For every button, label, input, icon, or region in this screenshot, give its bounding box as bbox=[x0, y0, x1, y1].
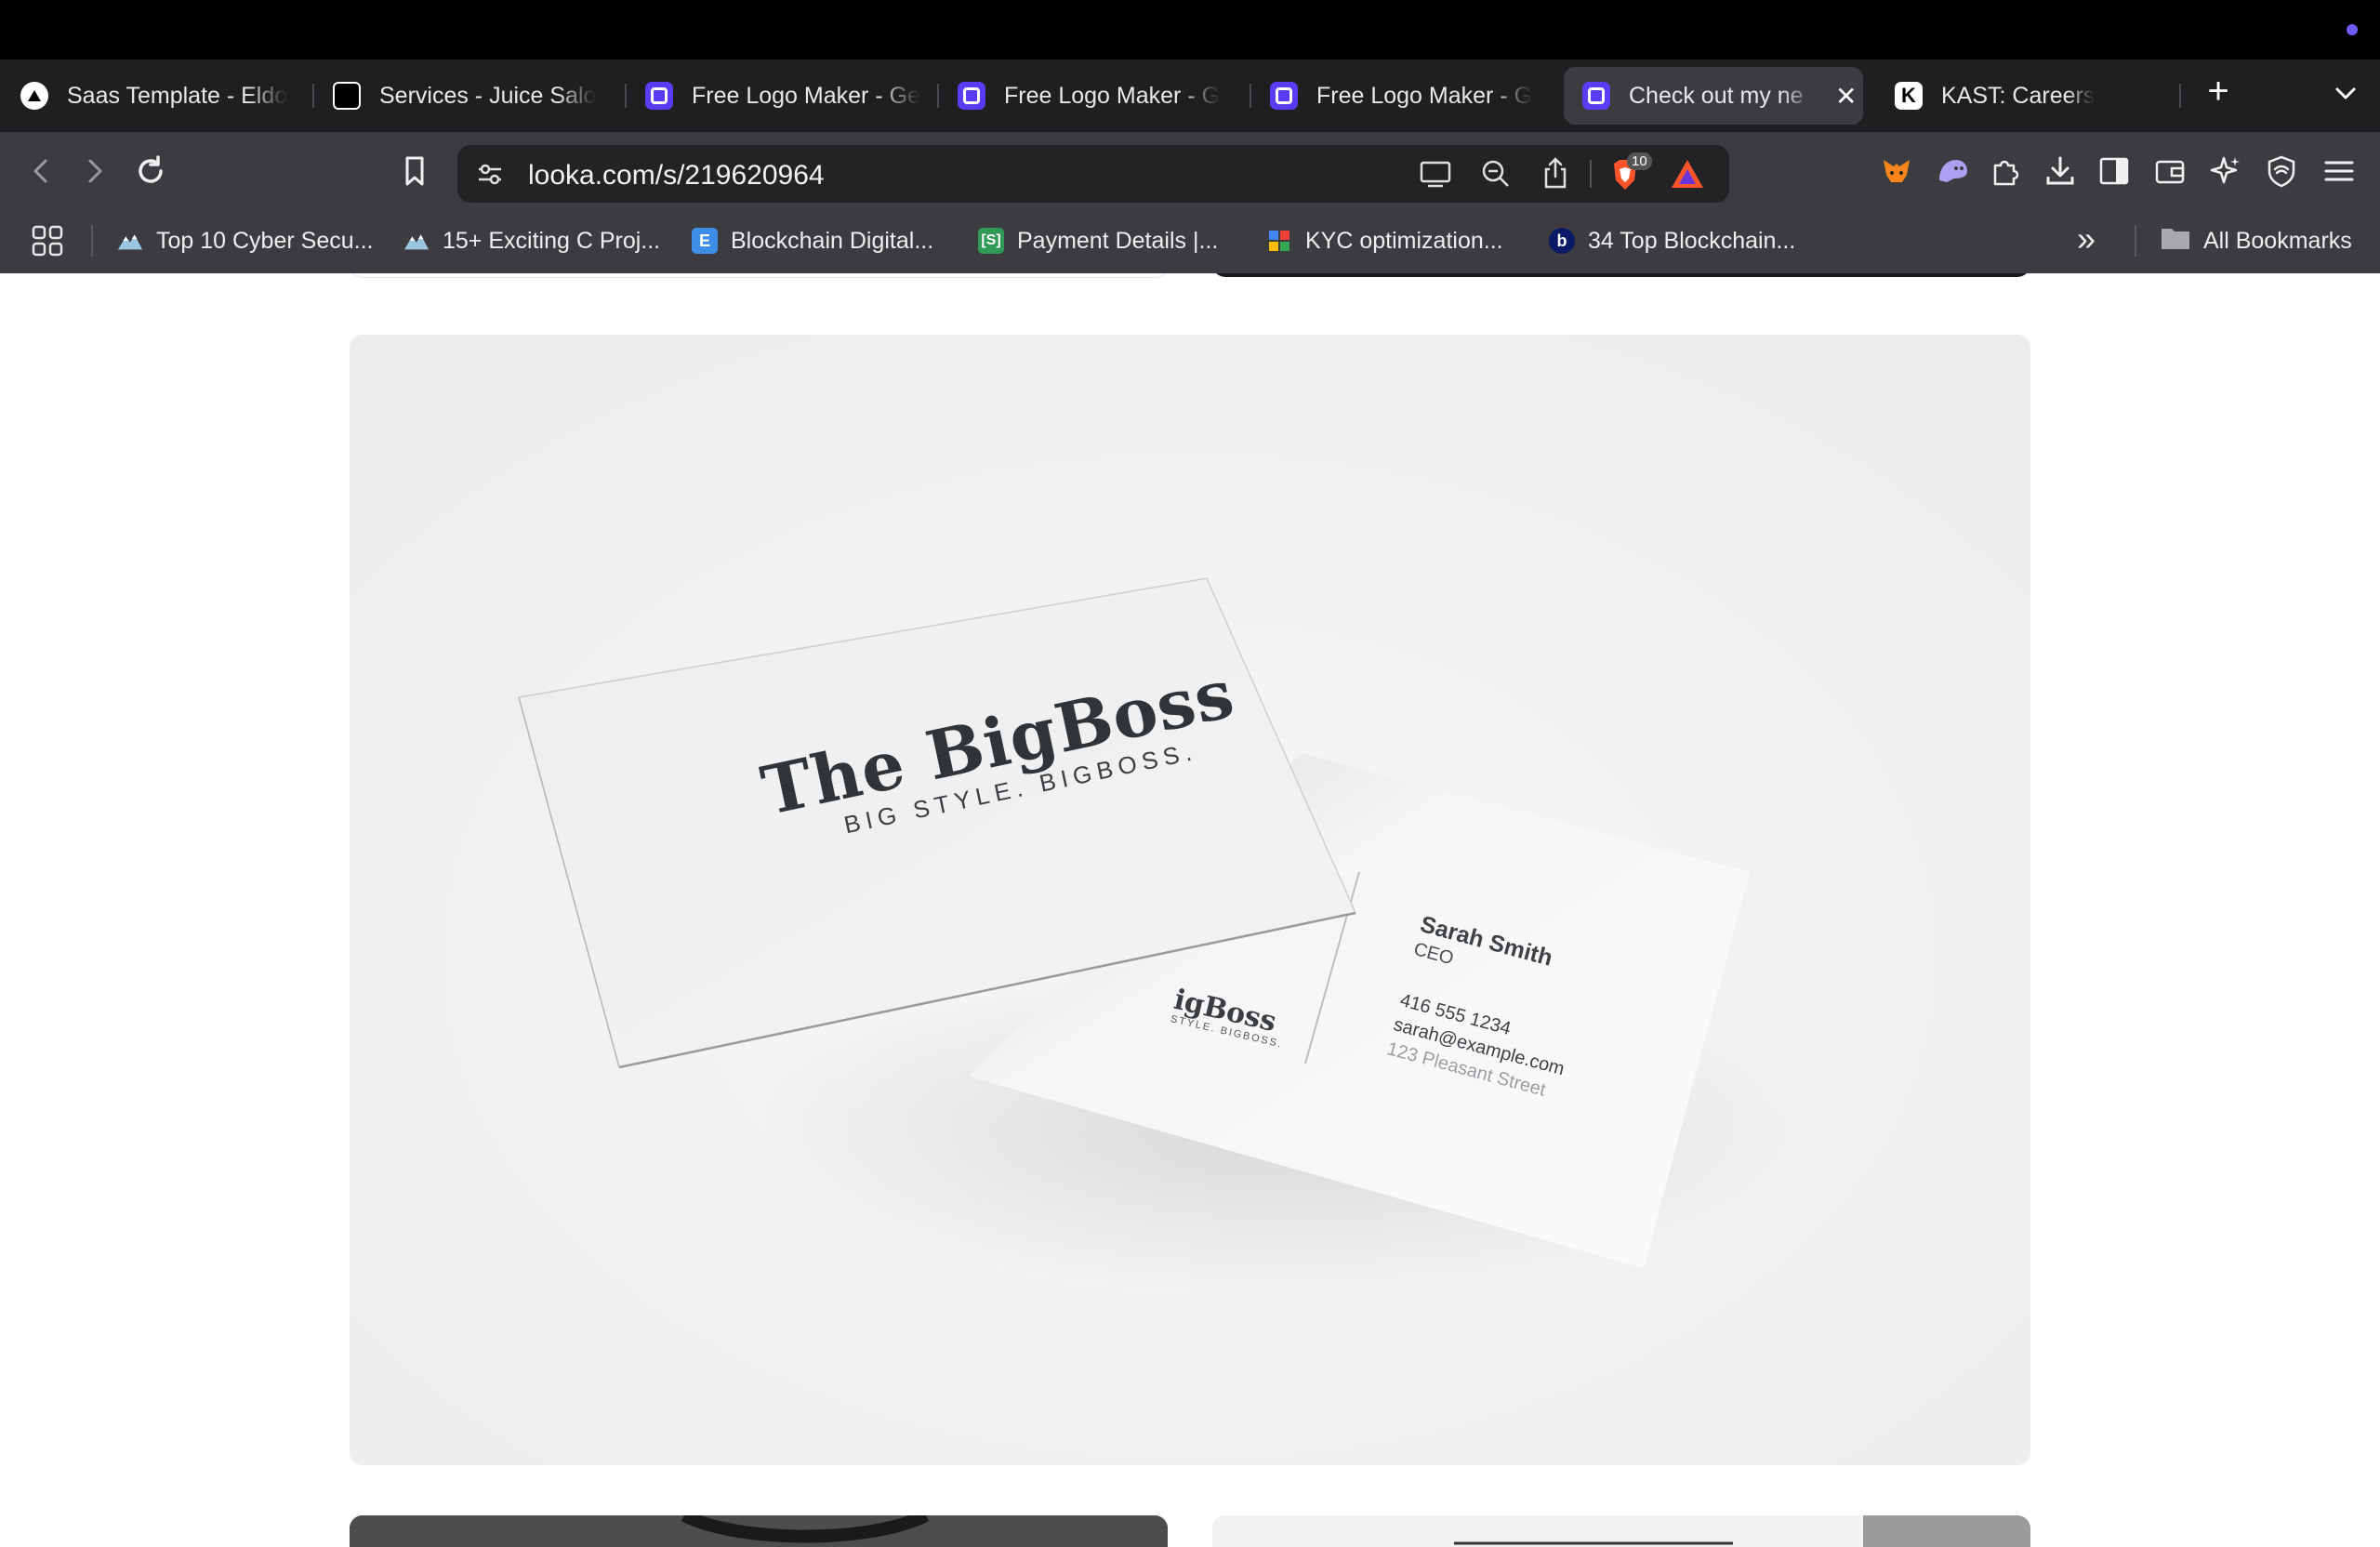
kast-icon: K bbox=[1895, 82, 1923, 110]
bookmarks-separator bbox=[91, 225, 93, 257]
next-mockup-right[interactable] bbox=[1212, 1515, 2030, 1547]
reload-icon[interactable] bbox=[132, 152, 169, 190]
new-tab-button[interactable]: + bbox=[2200, 71, 2237, 112]
bookmark-label: Top 10 Cyber Secu... bbox=[156, 227, 374, 254]
tab-separator bbox=[937, 84, 939, 108]
tab-separator bbox=[2179, 84, 2181, 108]
wallet-icon[interactable] bbox=[2151, 152, 2188, 190]
bookmark-label: Payment Details |... bbox=[1017, 227, 1219, 254]
previous-card-left bbox=[350, 273, 1170, 278]
forward-arrow-icon[interactable] bbox=[76, 152, 113, 190]
bookmark-kyc-optimization[interactable]: KYC optimization... bbox=[1266, 223, 1503, 258]
tab-label: Free Logo Maker - G bbox=[1316, 82, 1533, 109]
tab-label: Free Logo Maker - G bbox=[1004, 82, 1221, 109]
looka-icon bbox=[645, 82, 673, 110]
back-arrow-icon[interactable] bbox=[22, 152, 60, 190]
e-badge-icon: E bbox=[692, 228, 718, 254]
bookmarks-separator bbox=[2135, 225, 2136, 257]
mountain-icon bbox=[117, 228, 143, 254]
tab-label: Services - Juice Salo bbox=[379, 82, 597, 109]
phantom-icon[interactable] bbox=[1934, 152, 1971, 190]
tab-list-chevron-down-icon[interactable] bbox=[2332, 80, 2360, 108]
saas-icon bbox=[20, 82, 48, 110]
previous-card-right bbox=[1212, 273, 2030, 277]
tab-separator bbox=[625, 84, 627, 108]
share-icon[interactable] bbox=[1541, 156, 1569, 194]
bookmark-icon[interactable] bbox=[396, 152, 433, 190]
next-mockup-left[interactable] bbox=[350, 1515, 1168, 1547]
tab-free-logo-maker-2[interactable]: Free Logo Maker - G bbox=[958, 67, 1236, 125]
device-preview bbox=[1212, 1515, 2030, 1547]
folder-icon bbox=[2161, 226, 2190, 257]
address-bar[interactable]: looka.com/s/219620964 10 bbox=[457, 145, 1729, 203]
bookmark-top-10-cyber[interactable]: Top 10 Cyber Secu... bbox=[117, 223, 373, 258]
apps-grid-icon[interactable] bbox=[32, 225, 63, 261]
zoom-out-icon[interactable] bbox=[1480, 158, 1512, 194]
bookmark-label: 34 Top Blockchain... bbox=[1588, 227, 1796, 254]
extensions-puzzle-icon[interactable] bbox=[1988, 152, 2025, 190]
tab-separator bbox=[312, 84, 314, 108]
bookmark-label: KYC optimization... bbox=[1305, 227, 1503, 254]
bookmark-label: Blockchain Digital... bbox=[731, 227, 934, 254]
bookmark-34-top-blockchain[interactable]: b 34 Top Blockchain... bbox=[1549, 223, 1795, 258]
bookmark-label: All Bookmarks bbox=[2203, 227, 2352, 254]
bookmark-blockchain-digital[interactable]: E Blockchain Digital... bbox=[692, 223, 933, 258]
url-text: looka.com/s/219620964 bbox=[528, 160, 825, 191]
tab-free-logo-maker-1[interactable]: Free Logo Maker - Ge bbox=[645, 67, 924, 125]
tab-strip: Saas Template - Eldo Services - Juice Sa… bbox=[0, 60, 2380, 132]
business-card-mockup[interactable]: The BigBoss BIG STYLE. BIGBOSS. BigBoss … bbox=[350, 335, 2030, 1465]
sidebar-toggle-icon[interactable] bbox=[2096, 152, 2133, 190]
brave-shields-icon[interactable]: 10 bbox=[1606, 152, 1652, 198]
metamask-icon[interactable] bbox=[1878, 152, 1915, 190]
tab-saas-template[interactable]: Saas Template - Eldo bbox=[20, 67, 299, 125]
site-settings-icon[interactable] bbox=[476, 160, 504, 192]
all-bookmarks-folder[interactable]: All Bookmarks bbox=[2161, 223, 2352, 258]
s-badge-icon: [S] bbox=[978, 228, 1004, 254]
menu-hamburger-icon[interactable] bbox=[2320, 152, 2358, 190]
b-badge-icon: b bbox=[1549, 228, 1575, 254]
looka-icon bbox=[1270, 82, 1298, 110]
tab-label: KAST: Careers bbox=[1941, 82, 2096, 109]
tshirt-preview bbox=[350, 1515, 1168, 1547]
browser-toolbar: looka.com/s/219620964 10 bbox=[0, 132, 2380, 208]
brave-rewards-icon[interactable] bbox=[1670, 158, 1705, 194]
looka-icon bbox=[958, 82, 985, 110]
tab-separator bbox=[1250, 84, 1251, 108]
status-dot bbox=[2347, 24, 2358, 35]
bookmarks-bar: Top 10 Cyber Secu... 15+ Exciting C Proj… bbox=[0, 208, 2380, 274]
juice-icon bbox=[333, 82, 361, 110]
cast-icon[interactable] bbox=[1419, 158, 1452, 194]
kyc-icon bbox=[1266, 228, 1292, 254]
leo-ai-star-icon[interactable] bbox=[2207, 152, 2244, 190]
tab-check-out-my-new[interactable]: Check out my ne ✕ bbox=[1564, 67, 1863, 125]
tab-services-juice[interactable]: Services - Juice Salo bbox=[333, 67, 612, 125]
shields-count-badge: 10 bbox=[1627, 152, 1652, 170]
looka-icon bbox=[1582, 82, 1610, 110]
tab-kast-careers[interactable]: K KAST: Careers bbox=[1895, 67, 2174, 125]
address-separator bbox=[1590, 160, 1592, 188]
tab-label: Saas Template - Eldo bbox=[67, 82, 288, 109]
tab-free-logo-maker-3[interactable]: Free Logo Maker - G bbox=[1270, 67, 1540, 125]
page-content: The BigBoss BIG STYLE. BIGBOSS. BigBoss … bbox=[0, 273, 2380, 1547]
vpn-shield-icon[interactable] bbox=[2263, 152, 2300, 190]
bookmark-15-exciting-c[interactable]: 15+ Exciting C Proj... bbox=[403, 223, 660, 258]
more-bookmarks-chevron-icon[interactable]: » bbox=[2077, 219, 2096, 258]
tab-label: Free Logo Maker - Ge bbox=[692, 82, 920, 109]
tab-label: Check out my ne bbox=[1629, 82, 1804, 109]
bookmark-payment-details[interactable]: [S] Payment Details |... bbox=[978, 223, 1218, 258]
mountain-icon bbox=[403, 228, 430, 254]
tab-close-icon[interactable]: ✕ bbox=[1835, 81, 1857, 112]
download-icon[interactable] bbox=[2042, 152, 2079, 190]
bookmark-label: 15+ Exciting C Proj... bbox=[443, 227, 661, 254]
business-card-scene bbox=[350, 335, 2030, 1465]
os-top-bar bbox=[0, 0, 2380, 60]
